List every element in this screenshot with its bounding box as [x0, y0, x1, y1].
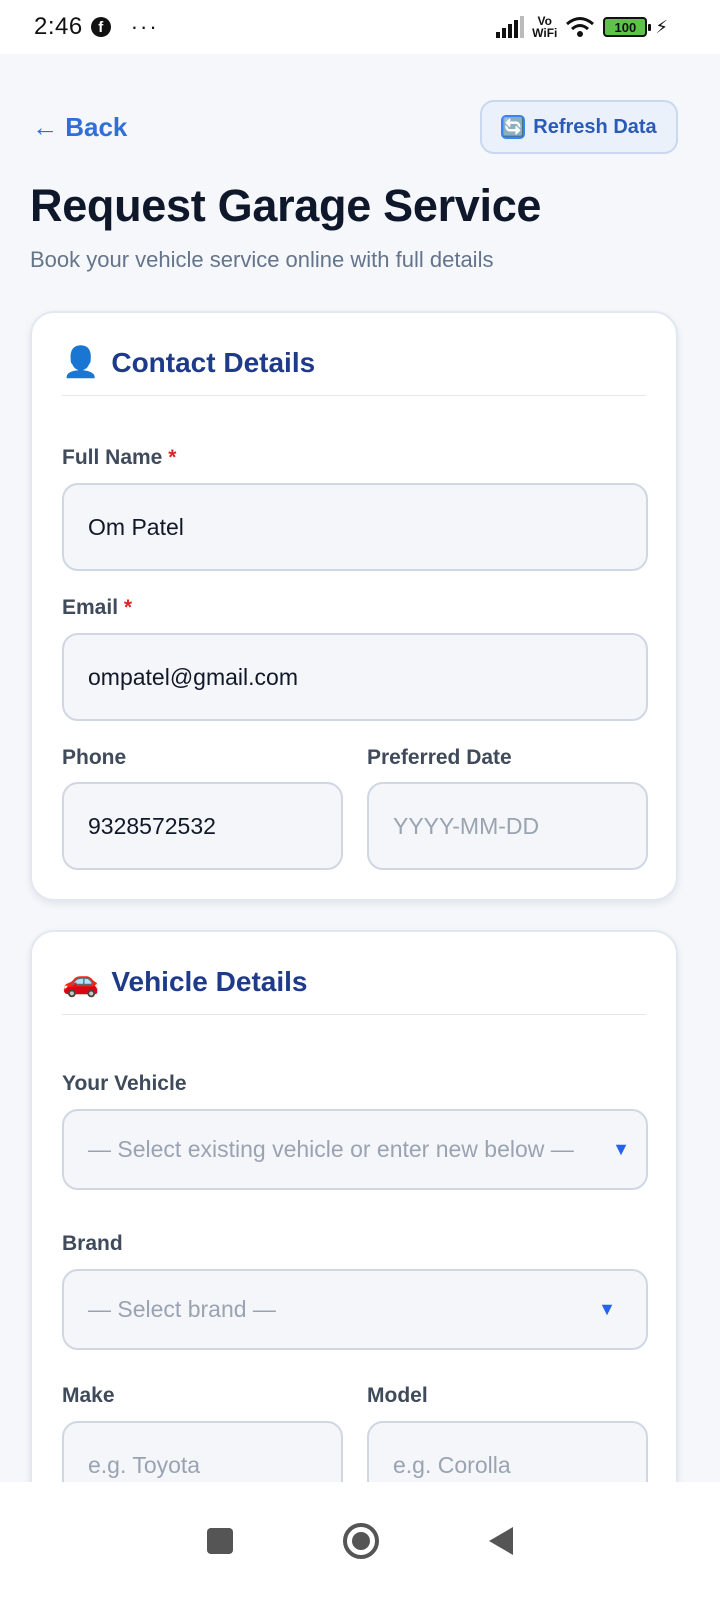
chevron-down-icon: ▼: [598, 1299, 616, 1319]
make-label: Make: [62, 1384, 115, 1407]
more-notifications-icon: ···: [130, 14, 159, 39]
car-icon: 🚗: [62, 965, 100, 998]
page-subtitle: Book your vehicle service online with fu…: [30, 247, 494, 272]
contact-details-header: 👤 Contact Details: [62, 347, 315, 379]
signal-icon: [496, 16, 525, 38]
home-icon: [352, 1532, 370, 1550]
person-icon: 👤: [62, 346, 100, 379]
required-marker: *: [123, 596, 133, 619]
navigation-bar: [0, 1482, 720, 1600]
home-button[interactable]: [343, 1523, 379, 1559]
charging-icon: ⚡: [655, 16, 668, 37]
contact-details-title: Contact Details: [111, 347, 316, 378]
your-vehicle-label: Your Vehicle: [62, 1072, 187, 1095]
full-name-input[interactable]: Om Patel: [62, 483, 648, 571]
refresh-data-button[interactable]: 🔄 Refresh Data: [480, 100, 678, 154]
vehicle-details-card: 🚗 Vehicle Details Your Vehicle — Select …: [30, 930, 678, 1570]
divider: [62, 1014, 646, 1015]
recents-button[interactable]: [207, 1528, 233, 1554]
email-label: Email *: [62, 596, 133, 619]
back-link[interactable]: ← Back: [32, 112, 127, 143]
phone-input[interactable]: 9328572532: [62, 782, 343, 870]
your-vehicle-select[interactable]: — Select existing vehicle or enter new b…: [62, 1109, 648, 1190]
required-marker: *: [168, 446, 177, 469]
status-time: 2:46: [34, 13, 83, 40]
battery-icon: 100: [603, 17, 652, 37]
brand-placeholder: — Select brand —: [88, 1296, 276, 1322]
preferred-date-label: Preferred Date: [367, 746, 512, 769]
divider: [62, 395, 646, 396]
chevron-down-icon: ▼: [612, 1139, 630, 1159]
wifi-icon: [566, 17, 595, 37]
vehicle-details-title: Vehicle Details: [111, 966, 308, 997]
status-icons: Vo WiFi 100 ⚡: [496, 0, 668, 54]
vehicle-details-header: 🚗 Vehicle Details: [62, 966, 307, 998]
preferred-date-input[interactable]: YYYY-MM-DD: [367, 782, 648, 870]
refresh-icon: 🔄: [501, 115, 526, 139]
facebook-notification-icon: f: [90, 17, 111, 37]
page-title: Request Garage Service: [30, 180, 542, 231]
brand-select[interactable]: — Select brand — ▼: [62, 1269, 648, 1350]
email-input[interactable]: ompatel@gmail.com: [62, 633, 648, 721]
your-vehicle-placeholder: — Select existing vehicle or enter new b…: [88, 1136, 574, 1162]
status-bar: 2:46 f ··· Vo WiFi 100 ⚡: [0, 0, 720, 54]
full-name-label: Full Name *: [62, 446, 177, 469]
phone-label: Phone: [62, 746, 127, 769]
back-button[interactable]: [489, 1527, 513, 1555]
contact-details-card: 👤 Contact Details Full Name * Om Patel E…: [30, 311, 678, 901]
refresh-data-label: Refresh Data: [533, 115, 657, 138]
vowifi-icon: Vo WiFi: [532, 14, 558, 40]
model-label: Model: [367, 1384, 428, 1407]
brand-label: Brand: [62, 1232, 123, 1255]
